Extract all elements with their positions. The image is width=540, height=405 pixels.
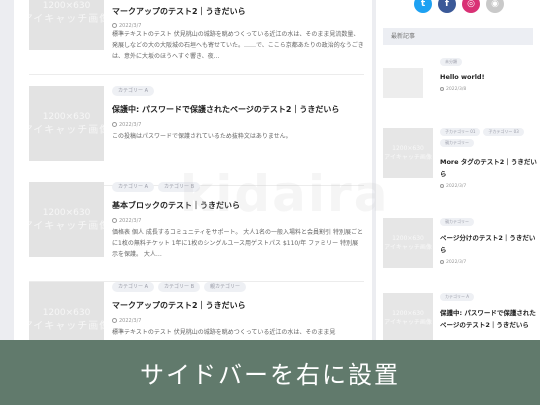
post-excerpt: 価格表 個人 成長するコミュニティをサポート。 大人1名の一般入場料と会員割引 …: [112, 229, 363, 258]
clock-icon: [440, 260, 444, 264]
recent-posts-heading: 最新記事: [383, 28, 533, 45]
post-title[interactable]: マークアップのテスト2｜うきだいら: [112, 6, 362, 17]
category-tag[interactable]: 親カテゴリー: [440, 139, 474, 147]
post-date-text: 2022/3/7: [119, 122, 142, 128]
thumbnail-size-text: 1200×630: [42, 207, 91, 218]
recent-post-tags: 親カテゴリー: [440, 218, 540, 226]
recent-post-tags: 子カテゴリー 01 子カテゴリー 03 親カテゴリー: [440, 128, 540, 147]
thumbnail-size-text: 1200×630: [392, 310, 424, 317]
post-thumbnail[interactable]: 1200×630 アイキャッチ画像: [29, 86, 104, 161]
thumbnail-size-text: 1200×630: [392, 235, 424, 242]
thumbnail-caption: アイキャッチ画像: [29, 220, 104, 232]
clock-icon: [112, 318, 117, 323]
thumbnail-size-text: 1200×630: [42, 0, 91, 11]
recent-post-date-text: 2022/3/8: [446, 87, 467, 92]
post-excerpt: 標準テキストのテスト 伏見桃山の城跡を眺めつくっている近江の水は、そのまま見: [112, 329, 336, 336]
post-title[interactable]: 保護中: パスワードで保護されたページのテスト2｜うきだいら: [112, 104, 362, 115]
post-date-text: 2022/3/7: [119, 218, 142, 224]
category-tag[interactable]: 親カテゴリー: [204, 282, 247, 292]
post-excerpt: この投稿はパスワードで保護されているため抜粋文はありません。: [112, 133, 292, 140]
category-tag[interactable]: カテゴリー B: [158, 282, 201, 292]
thumbnail-size-text: 1200×630: [392, 145, 424, 152]
post-date: 2022/3/7: [112, 122, 141, 128]
recent-post-date: 2022/3/7: [440, 184, 466, 189]
category-tag[interactable]: カテゴリー B: [158, 182, 201, 192]
clock-icon: [440, 87, 444, 91]
recent-post-thumbnail[interactable]: [383, 68, 423, 98]
post-card[interactable]: 1200×630 アイキャッチ画像 マークアップのテスト2｜うきだいら 2022…: [29, 0, 364, 75]
post-date-text: 2022/3/7: [119, 318, 142, 324]
instagram-icon[interactable]: ◎: [462, 0, 480, 13]
category-tag[interactable]: カテゴリー A: [112, 86, 155, 96]
clock-icon: [112, 122, 117, 127]
recent-post-tags: カテゴリー A: [440, 293, 540, 301]
category-tag[interactable]: 子カテゴリー 01: [440, 128, 481, 136]
clock-icon: [112, 23, 117, 28]
post-thumbnail[interactable]: 1200×630 アイキャッチ画像: [29, 0, 104, 50]
recent-post-thumbnail[interactable]: 1200×630 アイキャッチ画像: [383, 293, 433, 343]
page: 1200×630 アイキャッチ画像 マークアップのテスト2｜うきだいら 2022…: [0, 0, 540, 405]
post-tags: カテゴリー A カテゴリー B 親カテゴリー: [112, 282, 247, 292]
thumbnail-caption: アイキャッチ画像: [29, 320, 104, 332]
category-tag[interactable]: 親カテゴリー: [440, 218, 474, 226]
category-tag[interactable]: 子カテゴリー 03: [483, 128, 524, 136]
facebook-icon[interactable]: f: [438, 0, 456, 13]
post-card[interactable]: 1200×630 アイキャッチ画像 カテゴリー A 保護中: パスワードで保護さ…: [29, 86, 364, 186]
recent-post-date-text: 2022/3/7: [446, 260, 467, 265]
thumbnail-size-text: 1200×630: [42, 111, 91, 122]
post-title[interactable]: マークアップのテスト2｜うきだいら: [112, 300, 362, 311]
post-date: 2022/3/7: [112, 318, 141, 324]
recent-post-thumbnail[interactable]: 1200×630 アイキャッチ画像: [383, 128, 433, 178]
post-tags: カテゴリー A: [112, 86, 155, 96]
recent-post-title[interactable]: Hello world!: [440, 71, 540, 83]
post-card[interactable]: 1200×630 アイキャッチ画像 カテゴリー A カテゴリー B 基本ブロック…: [29, 182, 364, 282]
category-tag[interactable]: カテゴリー A: [112, 182, 155, 192]
thumbnail-caption: アイキャッチ画像: [384, 154, 432, 161]
feed-icon[interactable]: ◉: [486, 0, 504, 13]
post-date: 2022/3/7: [112, 218, 141, 224]
recent-post-title[interactable]: ページ分けのテスト2｜うきだいら: [440, 232, 540, 256]
recent-post-tags: 未分類: [440, 58, 540, 66]
recent-post-thumbnail[interactable]: 1200×630 アイキャッチ画像: [383, 218, 433, 268]
category-tag[interactable]: カテゴリー A: [440, 293, 475, 301]
category-tag[interactable]: 未分類: [440, 58, 462, 66]
post-tags: カテゴリー A カテゴリー B: [112, 182, 201, 192]
recent-post-title[interactable]: More タグのテスト2｜うきだいら: [440, 156, 540, 180]
recent-post-date: 2022/3/8: [440, 87, 466, 92]
recent-post-title[interactable]: 保護中: パスワードで保護されたページのテスト2｜うきだいら: [440, 307, 540, 331]
clock-icon: [112, 218, 117, 223]
post-thumbnail[interactable]: 1200×630 アイキャッチ画像: [29, 182, 104, 257]
thumbnail-caption: アイキャッチ画像: [384, 244, 432, 251]
clock-icon: [440, 184, 444, 188]
category-tag[interactable]: カテゴリー A: [112, 282, 155, 292]
post-excerpt: 標準テキストのテスト 伏見桃山の城跡を眺めつくっている近江の水は、そのまま見流数…: [112, 31, 364, 60]
recent-post-date-text: 2022/3/7: [446, 184, 467, 189]
twitter-icon[interactable]: t: [414, 0, 432, 13]
post-title[interactable]: 基本ブロックのテスト｜うきだいら: [112, 200, 362, 211]
social-links: t f ◎ ◉: [414, 0, 504, 13]
recent-post-date: 2022/3/7: [440, 260, 466, 265]
caption-text: サイドバーを右に設置: [140, 361, 400, 389]
caption-banner: サイドバーを右に設置: [0, 340, 540, 405]
thumbnail-caption: アイキャッチ画像: [29, 124, 104, 136]
thumbnail-caption: アイキャッチ画像: [29, 13, 104, 25]
thumbnail-size-text: 1200×630: [42, 307, 91, 318]
thumbnail-caption: アイキャッチ画像: [384, 319, 432, 326]
